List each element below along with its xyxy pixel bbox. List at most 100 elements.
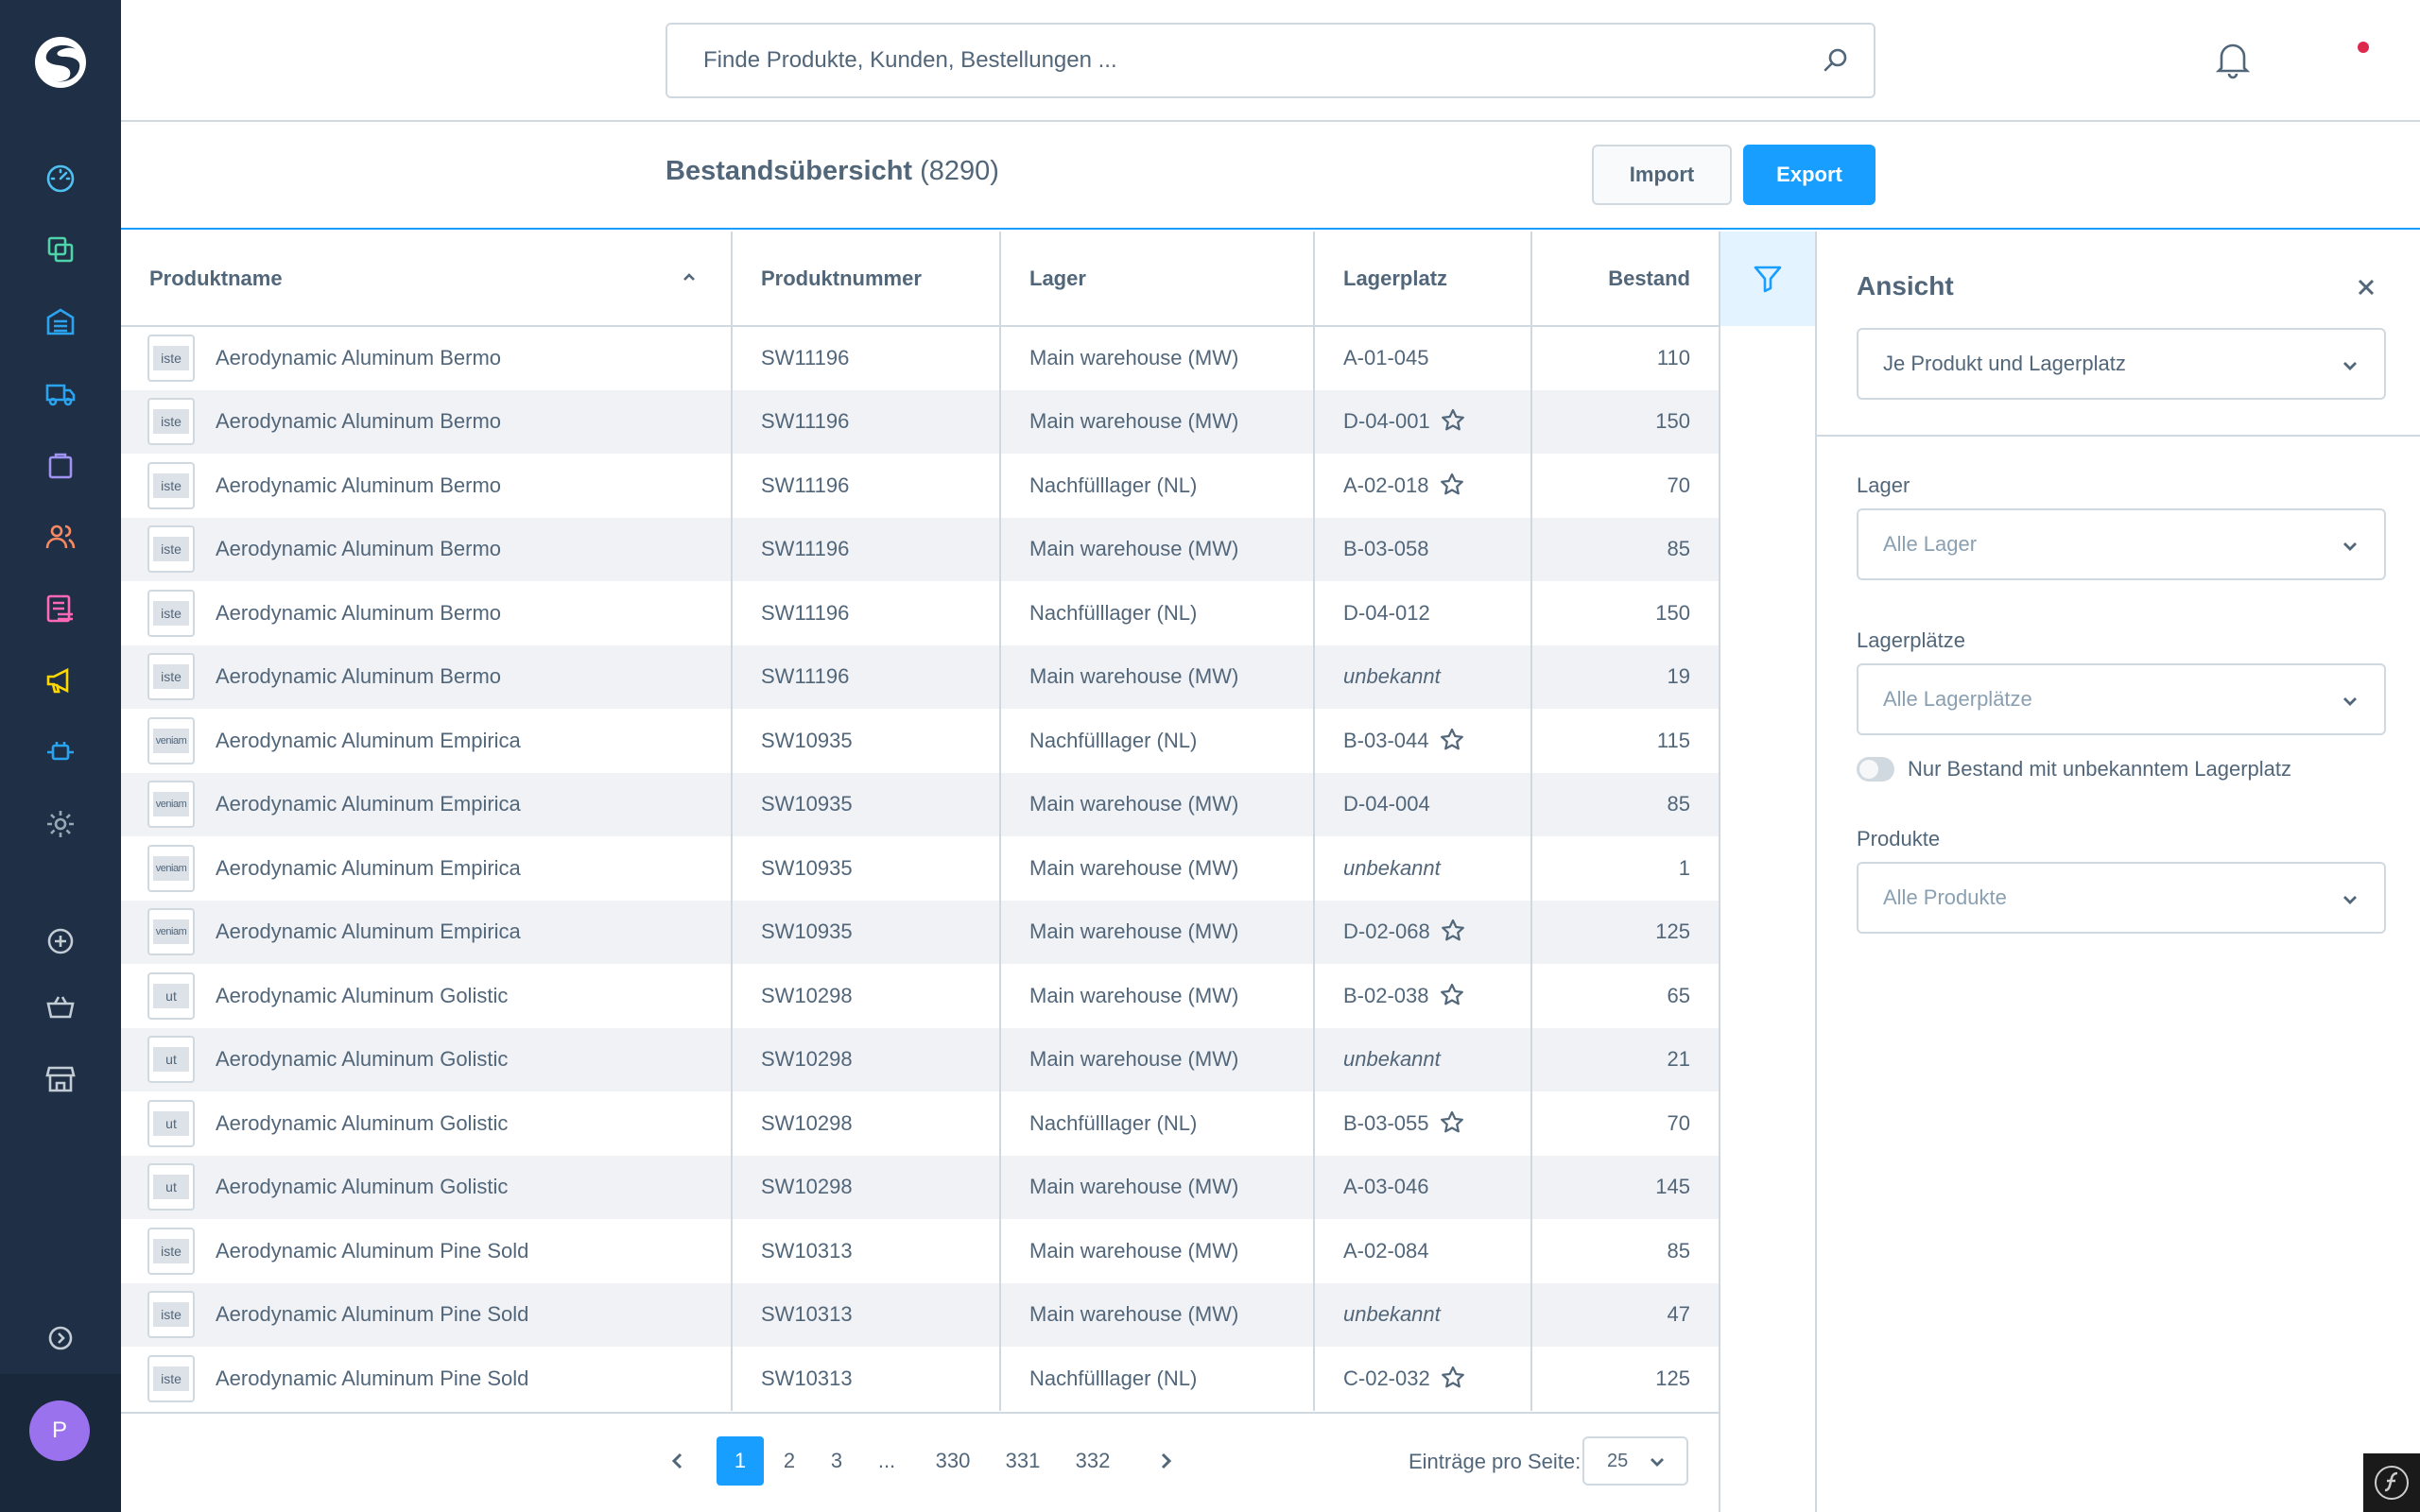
products-filter-select[interactable]: Alle Produkte (1857, 862, 2386, 934)
per-page-select[interactable]: 25 (1582, 1436, 1688, 1486)
extensions-plug-icon[interactable] (42, 733, 79, 771)
sort-ascending-icon[interactable] (682, 271, 697, 283)
product-name[interactable]: Aerodynamic Aluminum Empirica (216, 729, 521, 752)
cell-product-name[interactable]: veniam Aerodynamic Aluminum Empirica (121, 836, 733, 901)
table-row[interactable]: ut Aerodynamic Aluminum Golistic SW10298 Ma… (121, 964, 1719, 1028)
product-number: SW10298 (761, 983, 853, 1007)
table-row[interactable]: iste Aerodynamic Aluminum Pine Sold SW1031… (121, 1282, 1719, 1347)
import-button[interactable]: Import (1592, 145, 1732, 205)
pagination-next-button[interactable] (1151, 1436, 1180, 1486)
pagination-prev-button[interactable] (664, 1436, 692, 1486)
product-name[interactable]: Aerodynamic Aluminum Bermo (216, 346, 501, 369)
table-row[interactable]: iste Aerodynamic Aluminum Bermo SW11196 Nac… (121, 581, 1719, 645)
close-icon[interactable] (2354, 275, 2378, 300)
column-header-warehouse[interactable]: Lager (1000, 232, 1315, 327)
table-row[interactable]: veniam Aerodynamic Aluminum Empirica SW109… (121, 772, 1719, 836)
customers-icon[interactable] (42, 518, 79, 556)
product-name[interactable]: Aerodynamic Aluminum Bermo (216, 537, 501, 560)
product-number: SW10313 (761, 1302, 853, 1327)
export-button[interactable]: Export (1743, 145, 1876, 205)
table-row[interactable]: veniam Aerodynamic Aluminum Empirica SW109… (121, 900, 1719, 964)
product-name[interactable]: Aerodynamic Aluminum Empirica (216, 856, 521, 880)
table-row[interactable]: ut Aerodynamic Aluminum Golistic SW10298 Ma… (121, 1027, 1719, 1091)
search-icon[interactable] (1821, 45, 1851, 76)
warehouse-icon[interactable] (42, 302, 79, 340)
product-name[interactable]: Aerodynamic Aluminum Golistic (216, 1111, 508, 1135)
notification-bell-icon[interactable] (2212, 38, 2254, 79)
product-name[interactable]: Aerodynamic Aluminum Golistic (216, 1047, 508, 1071)
symfony-toolbar-icon[interactable] (2363, 1453, 2420, 1512)
dashboard-icon[interactable] (42, 159, 79, 197)
product-name[interactable]: Aerodynamic Aluminum Pine Sold (216, 1302, 528, 1326)
table-row[interactable]: iste Aerodynamic Aluminum Bermo SW11196 Mai… (121, 644, 1719, 709)
table-row[interactable]: iste Aerodynamic Aluminum Pine Sold SW1031… (121, 1347, 1719, 1411)
cell-product-name[interactable]: iste Aerodynamic Aluminum Pine Sold (121, 1282, 733, 1347)
basket-icon[interactable] (42, 988, 79, 1026)
product-name[interactable]: Aerodynamic Aluminum Pine Sold (216, 1239, 528, 1263)
stock-quantity: 85 (1667, 792, 1690, 816)
column-header-product-number[interactable]: Produktnummer (732, 232, 1001, 327)
table-row[interactable]: iste Aerodynamic Aluminum Pine Sold SW1031… (121, 1219, 1719, 1283)
column-header-stock[interactable]: Bestand (1531, 232, 1719, 327)
warehouse-name: Nachfülllager (NL) (1029, 600, 1198, 625)
cell-product-name[interactable]: iste Aerodynamic Aluminum Bermo (121, 644, 733, 709)
pagination-page-331[interactable]: 331 (996, 1436, 1049, 1486)
search-input[interactable] (703, 25, 1800, 96)
cell-product-name[interactable]: iste Aerodynamic Aluminum Bermo (121, 517, 733, 581)
marketing-megaphone-icon[interactable] (42, 662, 79, 699)
settings-gear-icon[interactable] (42, 805, 79, 843)
content-icon[interactable] (42, 590, 79, 627)
cell-product-name[interactable]: iste Aerodynamic Aluminum Bermo (121, 326, 733, 390)
cell-product-name[interactable]: ut Aerodynamic Aluminum Golistic (121, 1155, 733, 1219)
table-row[interactable]: veniam Aerodynamic Aluminum Empirica SW109… (121, 709, 1719, 773)
cell-product-name[interactable]: veniam Aerodynamic Aluminum Empirica (121, 709, 733, 773)
filter-toggle-button[interactable] (1720, 232, 1815, 326)
product-name[interactable]: Aerodynamic Aluminum Golistic (216, 984, 508, 1007)
cell-product-name[interactable]: ut Aerodynamic Aluminum Golistic (121, 1027, 733, 1091)
table-row[interactable]: iste Aerodynamic Aluminum Bermo SW11196 Mai… (121, 326, 1719, 390)
orders-bag-icon[interactable] (42, 446, 79, 484)
cell-bin-location: B-03-044 (1314, 709, 1532, 773)
view-mode-select[interactable]: Je Produkt und Lagerplatz (1857, 328, 2386, 400)
table-row[interactable]: veniam Aerodynamic Aluminum Empirica SW109… (121, 836, 1719, 901)
cell-product-name[interactable]: iste Aerodynamic Aluminum Bermo (121, 581, 733, 645)
add-circle-icon[interactable] (42, 922, 79, 960)
pagination-page-1[interactable]: 1 (717, 1436, 764, 1486)
cell-product-name[interactable]: iste Aerodynamic Aluminum Bermo (121, 454, 733, 518)
table-row[interactable]: iste Aerodynamic Aluminum Bermo SW11196 Mai… (121, 517, 1719, 581)
table-row[interactable]: ut Aerodynamic Aluminum Golistic SW10298 Na… (121, 1091, 1719, 1156)
cell-product-name[interactable]: iste Aerodynamic Aluminum Bermo (121, 389, 733, 454)
pagination-page-332[interactable]: 332 (1066, 1436, 1119, 1486)
avatar[interactable]: P (29, 1400, 90, 1461)
product-name[interactable]: Aerodynamic Aluminum Empirica (216, 792, 521, 816)
table-row[interactable]: iste Aerodynamic Aluminum Bermo SW11196 Mai… (121, 389, 1719, 454)
bins-filter-select[interactable]: Alle Lagerplätze (1857, 663, 2386, 735)
expand-sidebar-icon[interactable] (42, 1319, 79, 1357)
storefront-icon[interactable] (42, 1060, 79, 1098)
table-row[interactable]: iste Aerodynamic Aluminum Bermo SW11196 Nac… (121, 454, 1719, 518)
cell-product-name[interactable]: iste Aerodynamic Aluminum Pine Sold (121, 1219, 733, 1283)
products-icon[interactable] (42, 231, 79, 268)
shipping-truck-icon[interactable] (42, 374, 79, 412)
pagination-page-2[interactable]: 2 (771, 1436, 807, 1486)
warehouse-filter-select[interactable]: Alle Lager (1857, 508, 2386, 580)
product-name[interactable]: Aerodynamic Aluminum Bermo (216, 473, 501, 497)
column-header-product-name[interactable]: Produktname (121, 232, 733, 327)
unknown-bin-toggle[interactable] (1857, 757, 1894, 782)
product-name[interactable]: Aerodynamic Aluminum Pine Sold (216, 1366, 528, 1390)
cell-product-name[interactable]: veniam Aerodynamic Aluminum Empirica (121, 900, 733, 964)
product-name[interactable]: Aerodynamic Aluminum Bermo (216, 409, 501, 433)
shopware-logo[interactable] (34, 36, 87, 89)
table-row[interactable]: ut Aerodynamic Aluminum Golistic SW10298 Ma… (121, 1155, 1719, 1219)
pagination-page-330[interactable]: 330 (926, 1436, 979, 1486)
product-name[interactable]: Aerodynamic Aluminum Empirica (216, 919, 521, 943)
cell-product-name[interactable]: ut Aerodynamic Aluminum Golistic (121, 1091, 733, 1156)
column-header-bin-location[interactable]: Lagerplatz (1314, 232, 1532, 327)
product-name[interactable]: Aerodynamic Aluminum Bermo (216, 601, 501, 625)
product-name[interactable]: Aerodynamic Aluminum Golistic (216, 1175, 508, 1198)
pagination-page-3[interactable]: 3 (819, 1436, 855, 1486)
cell-product-name[interactable]: iste Aerodynamic Aluminum Pine Sold (121, 1347, 733, 1411)
cell-product-name[interactable]: veniam Aerodynamic Aluminum Empirica (121, 772, 733, 836)
cell-product-name[interactable]: ut Aerodynamic Aluminum Golistic (121, 964, 733, 1028)
product-name[interactable]: Aerodynamic Aluminum Bermo (216, 664, 501, 688)
